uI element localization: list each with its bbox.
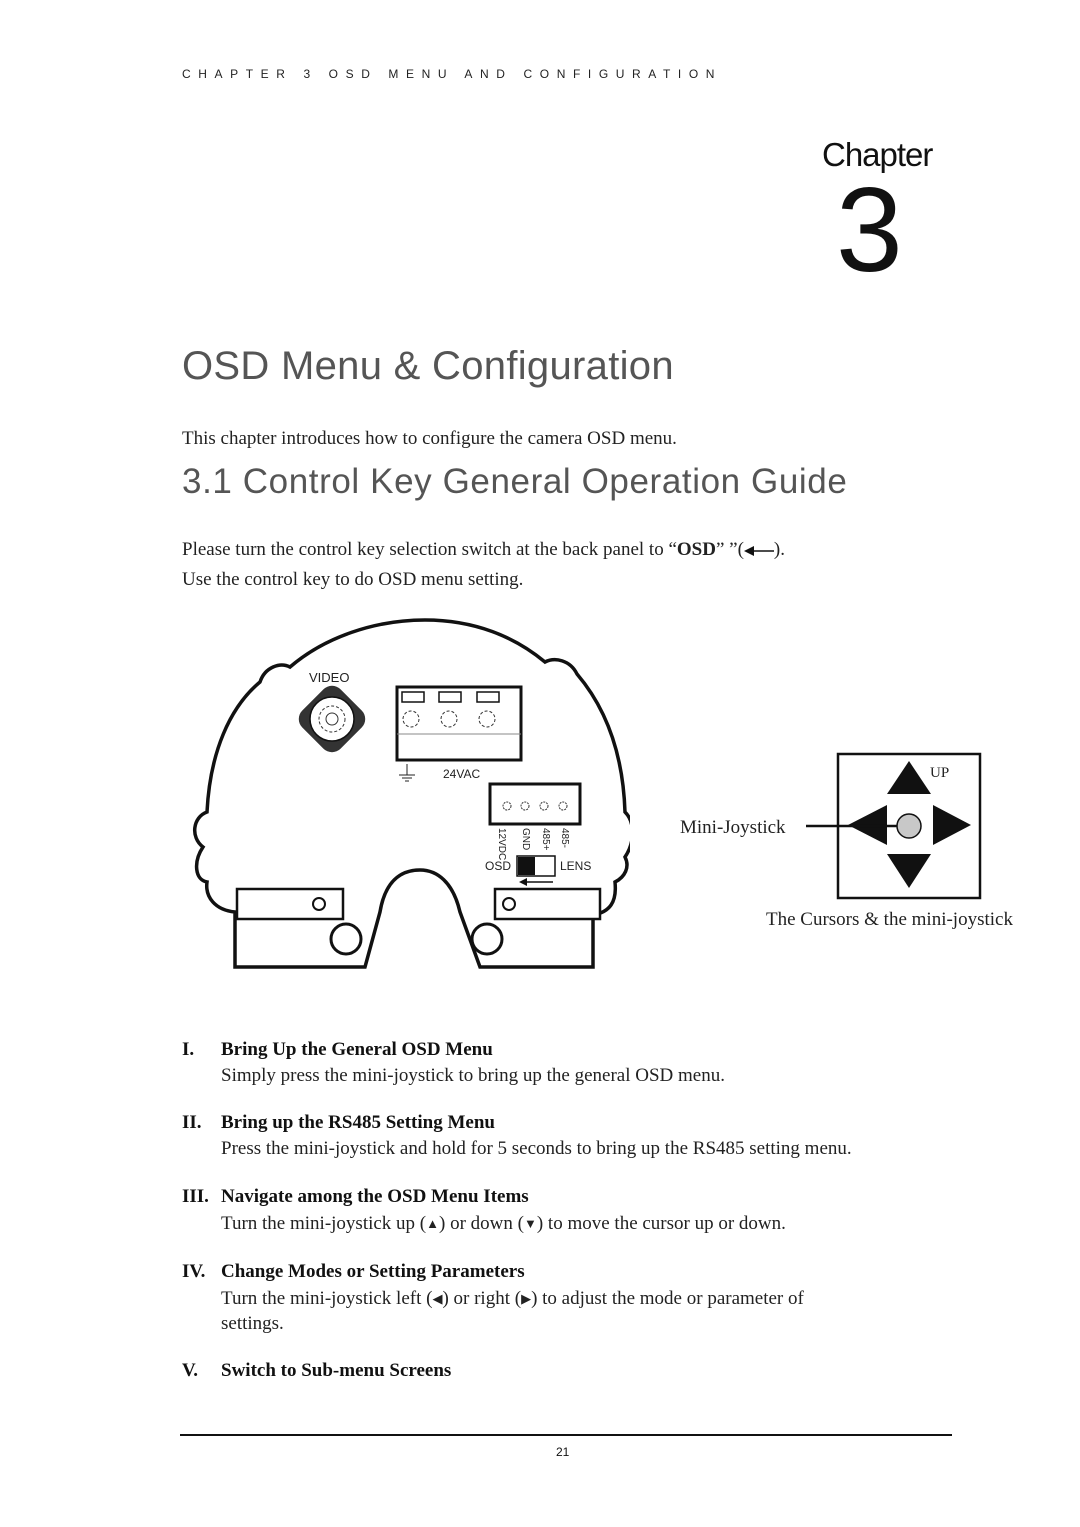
item-body: Turn the mini-joystick up (▲) or down (▼…: [221, 1211, 786, 1236]
item-title: Switch to Sub-menu Screens: [221, 1360, 452, 1381]
item-title: Bring up the RS485 Setting Menu: [221, 1112, 495, 1133]
item-heading: II. Bring up the RS485 Setting Menu: [182, 1112, 495, 1134]
intro-text: This chapter introduces how to configure…: [182, 428, 677, 449]
osd-bold: OSD: [676, 539, 716, 560]
section-title: 3.1 Control Key General Operation Guide: [182, 462, 848, 501]
item-body: Simply press the mini-joystick to bring …: [221, 1065, 725, 1086]
ground-icon: [399, 764, 415, 782]
body-text: Turn the mini-joystick left (: [221, 1288, 433, 1309]
mounting-plate-right: [493, 887, 602, 921]
item-heading: V. Switch to Sub-menu Screens: [182, 1360, 451, 1382]
joystick-diagram: UP: [806, 752, 982, 900]
body-text: Turn the mini-joystick up (: [221, 1213, 427, 1234]
item-title: Change Modes or Setting Parameters: [221, 1261, 525, 1282]
left-arrow-icon: [743, 545, 774, 556]
para-text: ).: [773, 539, 785, 560]
para-text: ” ”(: [715, 539, 744, 560]
up-triangle-icon: ▲: [426, 1216, 440, 1231]
switch-label-lens: LENS: [560, 859, 591, 873]
mini-joystick-label: Mini-Joystick: [680, 817, 786, 838]
power-label: 24VAC: [443, 767, 480, 781]
figure-caption: The Cursors & the mini-joystick: [766, 909, 1013, 930]
mounting-plate-left: [235, 887, 345, 921]
item-heading: I. Bring Up the General OSD Menu: [182, 1039, 493, 1061]
up-label: UP: [930, 765, 949, 781]
rs485-terminal-block: [488, 782, 582, 826]
terminal-label-485n: 485-: [559, 828, 570, 848]
item-title: Bring Up the General OSD Menu: [221, 1039, 493, 1060]
terminal-label-gnd: GND: [520, 828, 531, 850]
left-triangle-icon: ◀: [432, 1291, 443, 1306]
item-number: IV.: [182, 1261, 206, 1282]
page-title: OSD Menu & Configuration: [182, 344, 674, 388]
right-triangle-icon: ▶: [521, 1291, 532, 1306]
item-body: Press the mini-joystick and hold for 5 s…: [221, 1138, 852, 1159]
page-number: 21: [556, 1445, 570, 1459]
instruction-paragraph-2: Use the control key to do OSD menu setti…: [182, 569, 524, 590]
item-title: Navigate among the OSD Menu Items: [221, 1186, 529, 1207]
item-number: II.: [182, 1112, 202, 1133]
instruction-paragraph: Please turn the control key selection sw…: [182, 539, 785, 561]
para-text: Please turn the control key selection sw…: [182, 539, 677, 560]
footer-divider: [180, 1434, 952, 1436]
item-heading: III. Navigate among the OSD Menu Items: [182, 1186, 529, 1208]
screw-hole-right: [470, 922, 504, 956]
item-number: V.: [182, 1360, 199, 1381]
bnc-connector-icon: [298, 685, 366, 753]
switch-arrow-icon: [519, 878, 553, 886]
down-triangle-icon: ▼: [523, 1216, 537, 1231]
switch-label-osd: OSD: [485, 859, 511, 873]
item-number: I.: [182, 1039, 195, 1060]
terminal-label-12vdc: 12VDC: [496, 828, 507, 860]
video-label: VIDEO: [309, 670, 349, 685]
power-terminal-block: [395, 685, 523, 762]
item-body: Turn the mini-joystick left (◀) or right…: [221, 1286, 804, 1311]
osd-lens-switch: [516, 855, 556, 877]
screw-hole-left: [329, 922, 363, 956]
terminal-label-485p: 485+: [540, 828, 551, 851]
camera-back-panel-diagram: VIDEO 24VAC 12VDC GND 485+ 485- OSD LENS: [193, 618, 630, 969]
body-text: ) or right (: [442, 1288, 522, 1309]
joystick-knob: [896, 813, 922, 839]
running-header: CHAPTER 3 OSD MENU AND CONFIGURATION: [182, 67, 723, 81]
body-text: ) to move the cursor up or down.: [536, 1213, 786, 1234]
item-heading: IV. Change Modes or Setting Parameters: [182, 1261, 525, 1283]
item-body-line2: settings.: [221, 1313, 284, 1334]
chapter-number: 3: [836, 163, 903, 297]
item-number: III.: [182, 1186, 209, 1207]
body-text: ) or down (: [439, 1213, 524, 1234]
body-text: ) to adjust the mode or parameter of: [531, 1288, 804, 1309]
